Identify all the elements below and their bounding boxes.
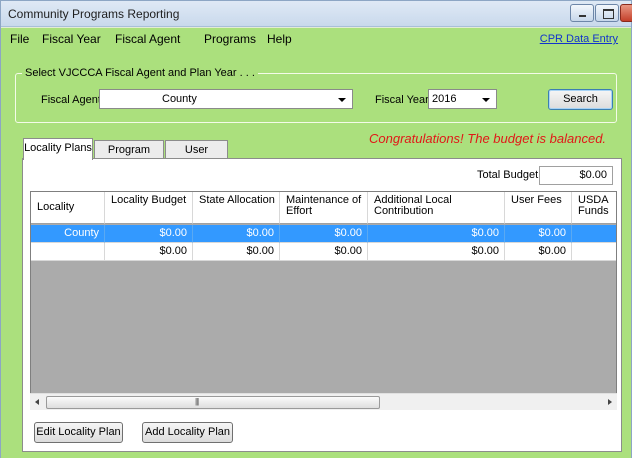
column-header-locality[interactable]: Locality: [31, 192, 105, 224]
cell-maintenance-of-effort[interactable]: $0.00: [280, 225, 368, 243]
table-row[interactable]: $0.00 $0.00 $0.00 $0.00 $0.00 $: [31, 243, 616, 261]
cell-additional-local-contribution[interactable]: $0.00: [368, 225, 505, 243]
column-header-user-fees[interactable]: User Fees: [505, 192, 572, 224]
menu-programs[interactable]: Programs: [204, 32, 256, 46]
cell-usda-funds[interactable]: $: [572, 225, 616, 243]
total-budget-label: Total Budget: [477, 169, 539, 181]
title-bar: Community Programs Reporting: [1, 1, 632, 27]
table-row[interactable]: County $0.00 $0.00 $0.00 $0.00 $0.00 $: [31, 225, 616, 243]
app-window: Community Programs Reporting File Fiscal…: [0, 0, 632, 458]
add-locality-plan-button[interactable]: Add Locality Plan: [142, 422, 233, 443]
scroll-left-icon[interactable]: [35, 399, 39, 405]
menu-file[interactable]: File: [10, 32, 29, 46]
total-budget-value: $0.00: [539, 166, 613, 185]
cell-locality[interactable]: [31, 243, 105, 261]
chevron-down-icon: [338, 98, 346, 102]
cell-locality-budget[interactable]: $0.00: [105, 225, 193, 243]
menu-fiscal-agent[interactable]: Fiscal Agent: [115, 32, 180, 46]
cell-locality[interactable]: County: [31, 225, 105, 243]
cpr-data-entry-link[interactable]: CPR Data Entry: [540, 33, 618, 45]
budget-status-message: Congratulations! The budget is balanced.: [369, 131, 607, 146]
column-header-usda-funds[interactable]: USDA Funds: [572, 192, 616, 224]
fiscal-year-label: Fiscal Year: [375, 94, 429, 106]
cell-state-allocation[interactable]: $0.00: [193, 243, 280, 261]
cell-user-fees[interactable]: $0.00: [505, 243, 572, 261]
chevron-down-icon: [482, 98, 490, 102]
menu-help[interactable]: Help: [267, 32, 292, 46]
grip-icon: |||: [195, 397, 199, 406]
maximize-button[interactable]: [595, 4, 619, 22]
grid-header: Locality Locality Budget State Allocatio…: [31, 192, 616, 224]
fiscal-agent-label: Fiscal Agent: [41, 94, 101, 106]
close-button[interactable]: [620, 4, 632, 22]
scroll-right-icon[interactable]: [608, 399, 612, 405]
column-header-additional-local-contribution[interactable]: Additional Local Contribution: [368, 192, 505, 224]
cell-locality-budget[interactable]: $0.00: [105, 243, 193, 261]
horizontal-scrollbar[interactable]: |||: [30, 393, 617, 410]
scrollbar-thumb[interactable]: [46, 396, 380, 409]
fiscal-agent-value: County: [162, 93, 197, 105]
minimize-button[interactable]: [570, 4, 594, 22]
menu-fiscal-year[interactable]: Fiscal Year: [42, 32, 101, 46]
fiscal-year-value: 2016: [432, 93, 457, 105]
locality-grid[interactable]: Locality Locality Budget State Allocatio…: [30, 191, 617, 410]
selector-group-label: Select VJCCCA Fiscal Agent and Plan Year…: [22, 67, 258, 79]
tab-user-access[interactable]: User Access: [165, 140, 228, 174]
fiscal-year-dropdown[interactable]: 2016: [428, 89, 497, 109]
edit-locality-plan-button[interactable]: Edit Locality Plan: [34, 422, 123, 443]
cell-usda-funds[interactable]: $: [572, 243, 616, 261]
cell-user-fees[interactable]: $0.00: [505, 225, 572, 243]
window-title: Community Programs Reporting: [8, 7, 180, 21]
column-header-locality-budget[interactable]: Locality Budget: [105, 192, 193, 224]
column-header-state-allocation[interactable]: State Allocation: [193, 192, 280, 224]
cell-additional-local-contribution[interactable]: $0.00: [368, 243, 505, 261]
cell-state-allocation[interactable]: $0.00: [193, 225, 280, 243]
column-header-maintenance-of-effort[interactable]: Maintenance of Effort: [280, 192, 368, 224]
tab-program-plans[interactable]: Program Plans: [94, 140, 164, 174]
cell-maintenance-of-effort[interactable]: $0.00: [280, 243, 368, 261]
tab-locality-plans[interactable]: Locality Plans: [23, 138, 93, 160]
menu-bar: File Fiscal Year Fiscal Agent Programs H…: [1, 28, 631, 50]
search-button[interactable]: Search: [548, 89, 613, 110]
fiscal-agent-dropdown[interactable]: County: [99, 89, 353, 109]
